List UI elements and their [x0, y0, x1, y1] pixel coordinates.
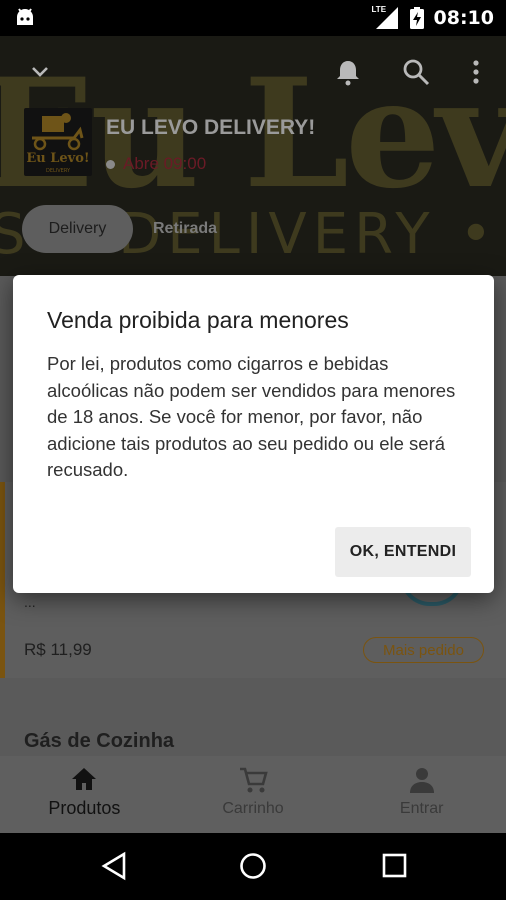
chevron-down-icon[interactable] [26, 58, 54, 86]
nav-item-produtos[interactable]: Produtos [0, 756, 169, 833]
ok-button[interactable]: OK, ENTENDI [335, 527, 471, 577]
age-restriction-dialog: Venda proibida para menores Por lei, pro… [13, 275, 494, 593]
home-circle-icon[interactable] [238, 851, 268, 881]
back-icon[interactable] [100, 851, 128, 881]
more-vert-icon[interactable] [462, 58, 490, 86]
store-name: EU LEVO DELIVERY! [106, 116, 316, 139]
nav-label-produtos: Produtos [48, 798, 121, 818]
android-debug-icon [17, 8, 33, 25]
nav-item-entrar[interactable]: Entrar [337, 756, 506, 833]
status-dot [106, 159, 115, 169]
store-header: Eu Levo S • DELIVERY • Eu Levo! DELIVERY… [0, 36, 506, 276]
nav-label-entrar: Entrar [399, 800, 444, 817]
most-ordered-badge: Mais pedido [363, 637, 484, 663]
store-open-time: Abre 09:00 [123, 154, 207, 173]
search-icon[interactable] [402, 58, 430, 86]
person-icon [409, 768, 434, 793]
product-price: R$ 11,99 [24, 640, 92, 659]
recents-icon[interactable] [380, 851, 408, 881]
battery-charging-icon [409, 7, 424, 29]
dialog-message: Por lei, produtos como cigarros e bebida… [47, 353, 456, 480]
store-logo: Eu Levo! DELIVERY [24, 108, 92, 176]
product-card-accent [0, 482, 5, 678]
status-bar: LTE 08:10 [0, 0, 506, 36]
dialog-title: Venda proibida para menores [47, 307, 349, 333]
nav-item-carrinho[interactable]: Carrinho [169, 756, 338, 833]
store-open-status: Abre 09:00 [106, 154, 206, 174]
tab-retirada[interactable]: Retirada [153, 220, 217, 238]
bottom-navigation: Produtos Carrinho Entrar [0, 756, 506, 833]
section-title: Gás de Cozinha [24, 730, 175, 752]
bell-icon[interactable] [334, 58, 362, 86]
cart-icon [240, 767, 268, 793]
svg-text:DELIVERY: DELIVERY [46, 168, 71, 174]
home-icon [72, 768, 97, 790]
nav-label-carrinho: Carrinho [222, 800, 284, 817]
svg-text:Eu Levo!: Eu Levo! [26, 151, 89, 166]
tab-delivery[interactable]: Delivery [22, 205, 133, 253]
clock: 08:10 [433, 7, 494, 29]
product-description-ellipsis: ... [24, 594, 36, 610]
signal-icon: LTE [372, 5, 400, 29]
system-navigation-bar [0, 833, 506, 900]
